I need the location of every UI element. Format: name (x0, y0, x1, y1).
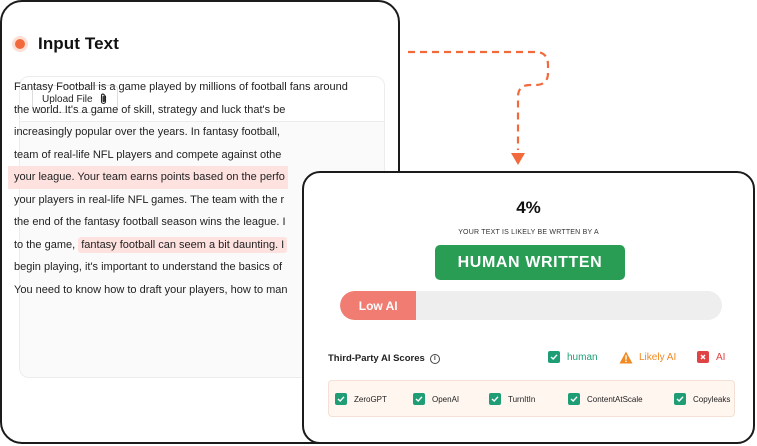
check-icon (335, 393, 347, 405)
legend-human: human (548, 351, 598, 363)
input-header: Input Text (15, 34, 119, 54)
detector-copyleaks: Copyleaks (674, 393, 730, 405)
legend-human-label: human (567, 351, 598, 363)
detector-label: OpenAI (432, 394, 460, 404)
ai-score-bar: Low AI (340, 291, 722, 320)
close-icon (697, 351, 709, 363)
status-dot (15, 39, 25, 49)
detector-label: TurnItIn (508, 394, 536, 404)
third-party-label-text: Third-Party AI Scores (328, 353, 425, 364)
check-icon (568, 393, 580, 405)
warning-icon (619, 351, 633, 364)
detector-list: ZeroGPT OpenAI TurnItIn ContentAtScale C… (328, 380, 735, 417)
check-icon (548, 351, 560, 363)
verdict-badge: HUMAN WRITTEN (435, 245, 625, 280)
legend-likely-ai-label: Likely AI (639, 352, 677, 363)
dashed-arrow-connector (408, 50, 550, 165)
text-line: to the game, (14, 238, 79, 251)
detector-contentatscale: ContentAtScale (568, 393, 643, 405)
input-title: Input Text (38, 34, 119, 53)
detector-label: ZeroGPT (354, 394, 387, 404)
detector-zerogpt: ZeroGPT (335, 393, 387, 405)
check-icon (674, 393, 686, 405)
ai-score-fill: Low AI (340, 291, 417, 320)
result-card: 4% YOUR TEXT IS LIKELY BE WRTTEN BY A HU… (302, 171, 755, 444)
third-party-scores-label: Third-Party AI Scores i (328, 353, 440, 364)
ai-percent: 4% (516, 198, 541, 217)
result-subtitle: YOUR TEXT IS LIKELY BE WRTTEN BY A (458, 229, 599, 236)
legend-ai-label: AI (716, 351, 726, 363)
detector-label: ContentAtScale (587, 394, 643, 404)
legend-likely-ai: Likely AI (619, 351, 676, 364)
check-icon (413, 393, 425, 405)
legend-ai: AI (697, 351, 725, 363)
check-icon (489, 393, 501, 405)
highlighted-text: fantasy football can seem a bit daunting… (78, 236, 288, 253)
info-icon[interactable]: i (429, 353, 440, 364)
detector-label: Copyleaks (693, 394, 731, 404)
detector-openai: OpenAI (413, 393, 459, 405)
highlighted-text: your league. Your team earns points base… (8, 166, 288, 189)
detector-turnitin: TurnItIn (489, 393, 535, 405)
